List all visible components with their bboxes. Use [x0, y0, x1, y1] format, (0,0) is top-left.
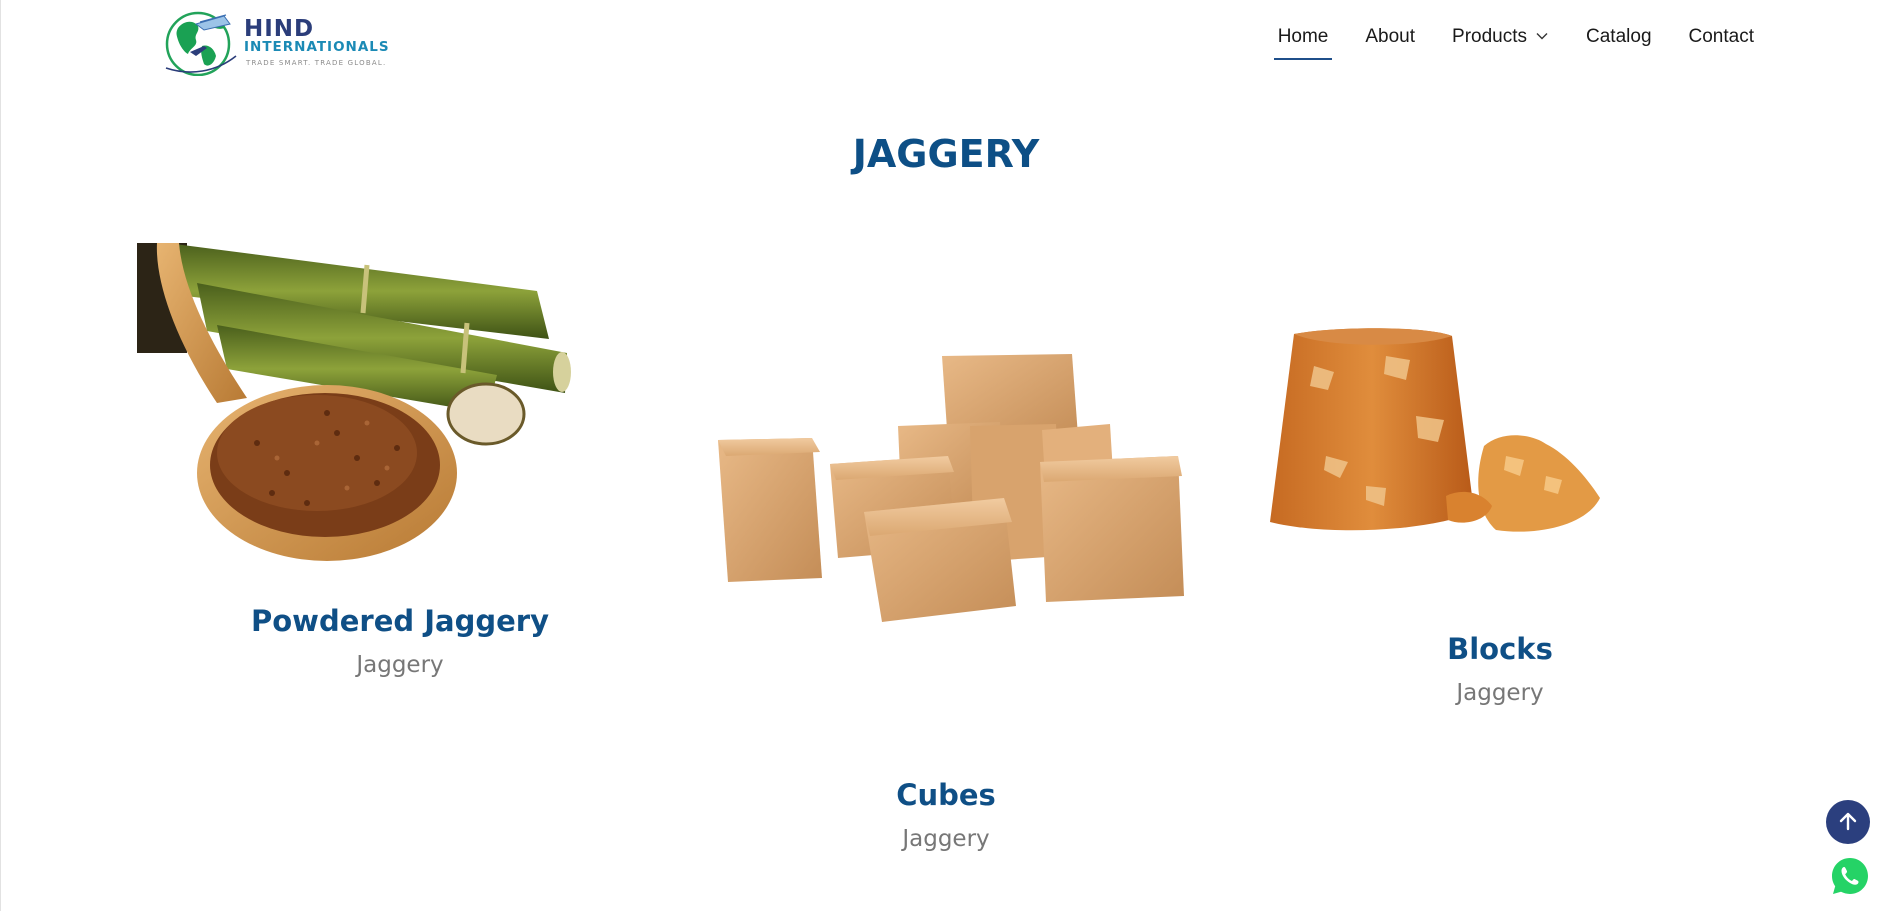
brand-logo[interactable]: HIND INTERNATIONALS TRADE SMART. TRADE G…	[160, 6, 390, 76]
nav-catalog[interactable]: Catalog	[1586, 26, 1652, 60]
product-name[interactable]: Powdered Jaggery	[200, 604, 600, 638]
nav-products[interactable]: Products	[1452, 26, 1549, 60]
powdered-jaggery-image[interactable]	[137, 243, 571, 566]
product-name[interactable]: Cubes	[746, 778, 1146, 812]
nav-about[interactable]: About	[1365, 26, 1415, 60]
arrow-up-icon	[1839, 812, 1857, 831]
product-name[interactable]: Blocks	[1300, 632, 1700, 666]
product-category: Jaggery	[1456, 680, 1544, 706]
nav-home-label: Home	[1277, 26, 1329, 47]
nav-contact[interactable]: Contact	[1689, 26, 1754, 60]
product-card-cubes[interactable]: Cubes Jaggery	[746, 778, 1146, 852]
product-category: Jaggery	[902, 826, 990, 852]
main-nav: Home About Products Catalog Contact	[1241, 26, 1754, 60]
brand-tagline: TRADE SMART. TRADE GLOBAL.	[246, 59, 387, 67]
nav-contact-label: Contact	[1688, 26, 1754, 47]
product-card-blocks[interactable]: Blocks Jaggery	[1300, 632, 1700, 706]
nav-products-label: Products	[1452, 26, 1528, 47]
product-category: Jaggery	[356, 652, 444, 678]
whatsapp-icon	[1832, 858, 1868, 894]
site-header: HIND INTERNATIONALS TRADE SMART. TRADE G…	[0, 0, 1892, 80]
jaggery-block-image[interactable]	[1266, 326, 1602, 553]
nav-catalog-label: Catalog	[1586, 26, 1652, 47]
whatsapp-button[interactable]	[1830, 856, 1870, 896]
nav-home[interactable]: Home	[1273, 26, 1333, 60]
nav-about-label: About	[1365, 26, 1416, 47]
product-card-powdered-jaggery[interactable]: Powdered Jaggery Jaggery	[200, 604, 600, 678]
brand-subtitle: INTERNATIONALS	[244, 39, 390, 55]
chevron-down-icon	[1536, 33, 1548, 40]
scroll-top-button[interactable]	[1826, 800, 1870, 844]
jaggery-cubes-image[interactable]	[712, 352, 1188, 629]
section-title: JAGGERY	[852, 132, 1040, 176]
globe-icon	[165, 11, 237, 76]
